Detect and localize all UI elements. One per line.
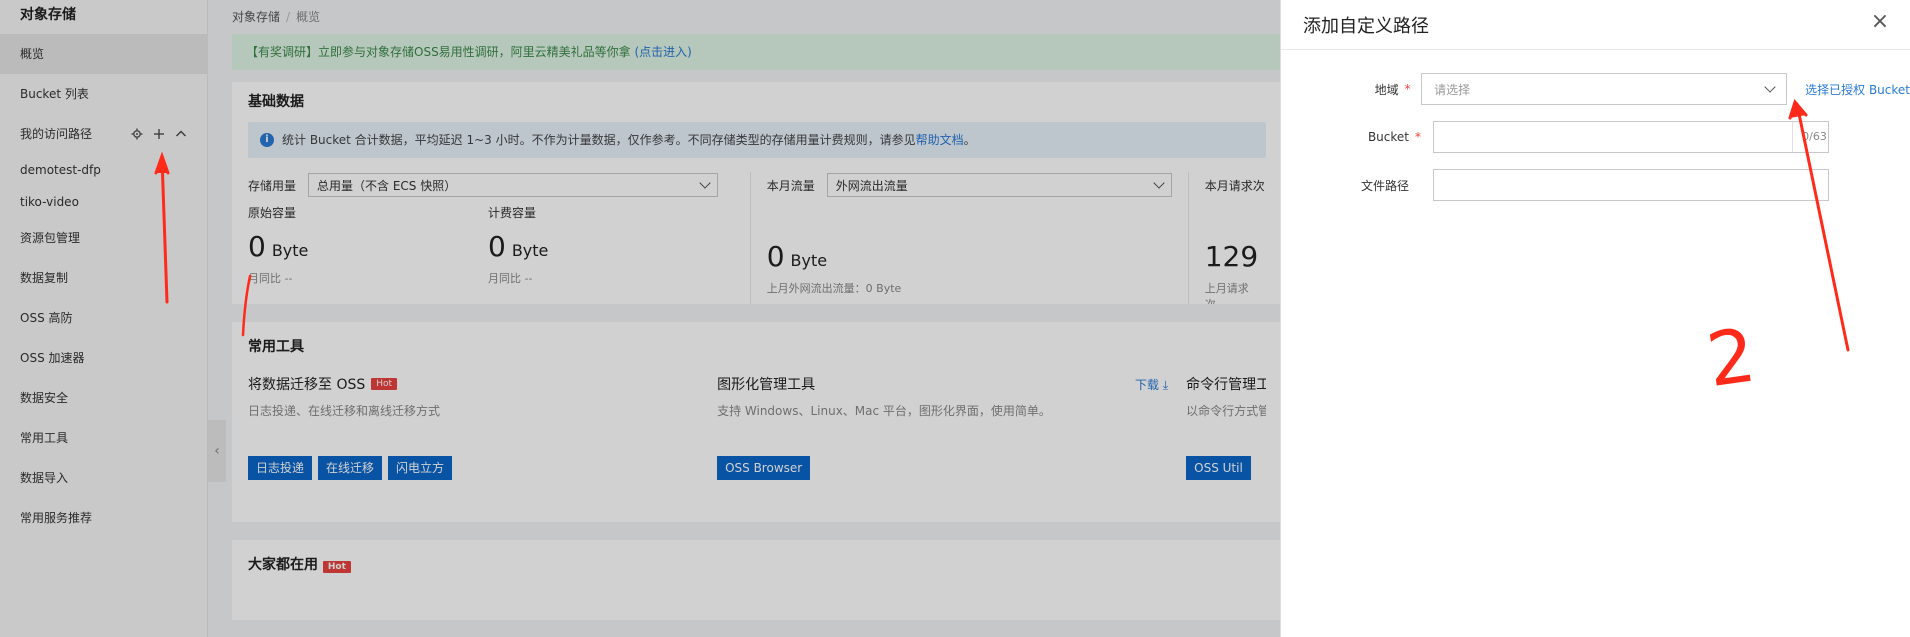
close-icon[interactable]: × <box>1870 11 1890 33</box>
required-mark: * <box>1404 82 1411 96</box>
custom-path-form: 地域 * 请选择 选择已授权 Bucket Bucket * 0/63 文件路径 <box>1281 50 1910 202</box>
bucket-label: Bucket <box>1367 130 1409 144</box>
region-placeholder: 请选择 <box>1434 82 1471 97</box>
bucket-input[interactable]: 0/63 <box>1433 121 1829 153</box>
add-custom-path-drawer: 添加自定义路径 × 地域 * 请选择 选择已授权 Bucket Bucket *… <box>1280 0 1910 637</box>
modal-overlay[interactable] <box>0 0 1280 637</box>
required-mark: * <box>1415 130 1421 144</box>
file-path-input[interactable] <box>1433 169 1829 201</box>
file-path-label: 文件路径 <box>1360 178 1409 193</box>
region-label: 地域 <box>1374 82 1399 97</box>
region-select[interactable]: 请选择 <box>1421 73 1788 105</box>
bucket-char-counter: 0/63 <box>1792 122 1828 152</box>
select-authorized-bucket-link[interactable]: 选择已授权 Bucket <box>1805 81 1910 98</box>
chevron-down-icon <box>1764 81 1776 93</box>
drawer-title: 添加自定义路径 <box>1303 15 1429 37</box>
